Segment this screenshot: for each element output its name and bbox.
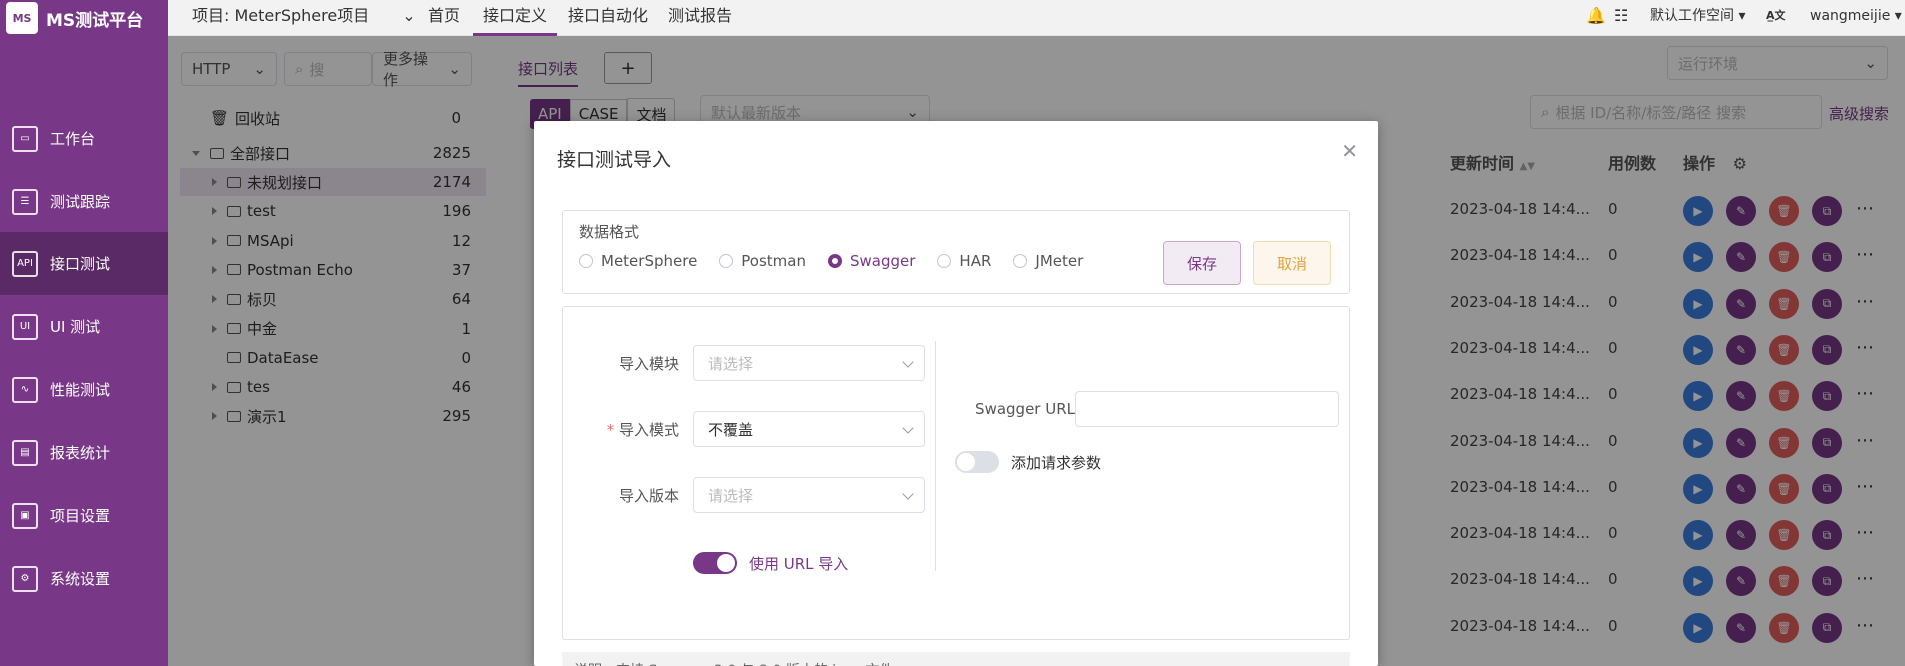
- chevron-down-icon: [902, 488, 914, 500]
- project-selector[interactable]: 项目: MeterSphere项目 ⌄: [192, 0, 416, 36]
- sidebar-item-0[interactable]: ▭ 工作台: [0, 107, 168, 170]
- mode-label: * 导入模式: [583, 419, 679, 440]
- mode-select[interactable]: 不覆盖: [693, 411, 925, 447]
- form-divider: [935, 341, 936, 571]
- logo-text: MS测试平台: [46, 10, 144, 31]
- radio-label: JMeter: [1035, 252, 1084, 270]
- nav-test-report[interactable]: 测试报告: [668, 0, 732, 36]
- sidebar: MS MS测试平台 ▭ 工作台 ☰ 测试跟踪 API 接口测试 UI UI 测试 ∿ 性能测试 ▤ 报…: [0, 0, 168, 666]
- radio-label: Swagger: [850, 252, 916, 270]
- workspace-selector[interactable]: 默认工作空间 ▾: [1650, 0, 1745, 36]
- monitor-icon: ▭: [12, 125, 38, 152]
- chart-icon: ∿: [12, 376, 38, 403]
- user-menu[interactable]: wangmeijie ▾: [1810, 0, 1902, 36]
- radio-metersphere[interactable]: MeterSphere: [579, 252, 697, 270]
- clipboard-icon: ☰: [12, 188, 38, 215]
- swagger-url-label: Swagger URL: [975, 400, 1075, 418]
- add-params-toggle-row: 添加请求参数: [955, 451, 1101, 473]
- task-list-icon[interactable]: ☷: [1614, 0, 1628, 36]
- radio-circle: [579, 254, 593, 268]
- import-version-placeholder: 请选择: [708, 486, 754, 505]
- format-section: 数据格式 MeterSphere Postman Swagger HAR JMe…: [562, 210, 1350, 294]
- dialog-title: 接口测试导入: [557, 149, 672, 171]
- sidebar-item-label: 接口测试: [50, 255, 111, 273]
- module-placeholder: 请选择: [708, 354, 754, 373]
- top-header: 项目: MeterSphere项目 ⌄ 首页 接口定义 接口自动化 测试报告 🔔…: [168, 0, 1905, 36]
- radio-har[interactable]: HAR: [937, 252, 991, 270]
- module-label: 导入模块: [618, 355, 679, 373]
- folder-gear-icon: ▣: [12, 502, 38, 529]
- switch-knob: [957, 453, 975, 471]
- gear-icon: ⚙: [12, 565, 38, 592]
- sidebar-item-2[interactable]: API 接口测试: [0, 232, 168, 295]
- import-form-section: 导入模块 请选择 * 导入模式 不覆盖 导入版本 请选择 使用 URL 导入 S…: [562, 306, 1350, 640]
- mode-value: 不覆盖: [708, 420, 754, 439]
- ms-logo-icon: MS: [6, 2, 38, 34]
- required-asterisk: *: [606, 421, 615, 439]
- use-url-switch[interactable]: [693, 552, 737, 574]
- switch-knob: [717, 554, 735, 572]
- save-button[interactable]: 保存: [1163, 241, 1241, 285]
- notification-bell-icon[interactable]: 🔔: [1586, 0, 1606, 36]
- api-icon: API: [12, 250, 38, 277]
- language-icon[interactable]: A̲文: [1766, 0, 1786, 36]
- import-version-select[interactable]: 请选择: [693, 477, 925, 513]
- sidebar-item-label: 性能测试: [50, 381, 111, 399]
- sidebar-item-7[interactable]: ⚙ 系统设置: [0, 547, 168, 610]
- sidebar-item-label: 测试跟踪: [50, 193, 111, 211]
- add-params-label: 添加请求参数: [1011, 453, 1102, 472]
- project-name: 项目: MeterSphere项目: [192, 6, 370, 25]
- use-url-toggle-row: 使用 URL 导入: [693, 552, 848, 574]
- close-icon[interactable]: ✕: [1341, 139, 1358, 163]
- swagger-url-input[interactable]: [1075, 391, 1339, 427]
- sidebar-item-label: UI 测试: [50, 318, 101, 336]
- nav-api-definition[interactable]: 接口定义: [473, 0, 558, 36]
- import-note: 说明：支持 Swagger 2.0 与 3.0 版本的 json 文件: [562, 652, 1350, 666]
- format-label: 数据格式: [579, 223, 640, 241]
- chevron-down-icon: ⌄: [402, 6, 416, 25]
- radio-swagger[interactable]: Swagger: [828, 252, 915, 270]
- radio-circle-selected: [828, 254, 842, 268]
- radio-circle: [937, 254, 952, 268]
- mode-label-text: 导入模式: [618, 421, 679, 439]
- radio-label: MeterSphere: [601, 252, 698, 270]
- radio-circle: [719, 254, 734, 268]
- nav-api-automation[interactable]: 接口自动化: [568, 0, 648, 36]
- version-label: 导入版本: [618, 487, 679, 505]
- sidebar-item-label: 项目设置: [50, 507, 111, 525]
- radio-label: HAR: [959, 252, 992, 270]
- sidebar-item-3[interactable]: UI UI 测试: [0, 295, 168, 358]
- workspace-name: 默认工作空间: [1650, 8, 1734, 24]
- module-select[interactable]: 请选择: [693, 345, 925, 381]
- radio-jmeter[interactable]: JMeter: [1013, 252, 1083, 270]
- radio-circle: [1013, 254, 1028, 268]
- chevron-down-icon: [902, 422, 914, 434]
- add-params-switch[interactable]: [955, 451, 999, 473]
- sidebar-item-6[interactable]: ▣ 项目设置: [0, 484, 168, 547]
- user-name: wangmeijie: [1810, 8, 1891, 24]
- sidebar-item-label: 工作台: [50, 130, 96, 148]
- sidebar-item-label: 系统设置: [50, 570, 111, 588]
- report-icon: ▤: [12, 439, 38, 466]
- sidebar-item-1[interactable]: ☰ 测试跟踪: [0, 170, 168, 233]
- format-radio-group: MeterSphere Postman Swagger HAR JMeter: [579, 251, 1083, 271]
- import-dialog: 接口测试导入 ✕ 数据格式 MeterSphere Postman Swagge…: [534, 121, 1378, 666]
- use-url-label: 使用 URL 导入: [749, 554, 849, 573]
- ui-icon: UI: [12, 313, 38, 340]
- radio-postman[interactable]: Postman: [719, 252, 806, 270]
- sidebar-item-4[interactable]: ∿ 性能测试: [0, 358, 168, 421]
- sidebar-item-5[interactable]: ▤ 报表统计: [0, 421, 168, 484]
- chevron-down-icon: [902, 356, 914, 368]
- nav-home[interactable]: 首页: [428, 0, 460, 36]
- sidebar-item-label: 报表统计: [50, 444, 111, 462]
- cancel-button[interactable]: 取消: [1253, 241, 1331, 285]
- radio-label: Postman: [741, 252, 806, 270]
- logo: MS MS测试平台: [0, 0, 168, 36]
